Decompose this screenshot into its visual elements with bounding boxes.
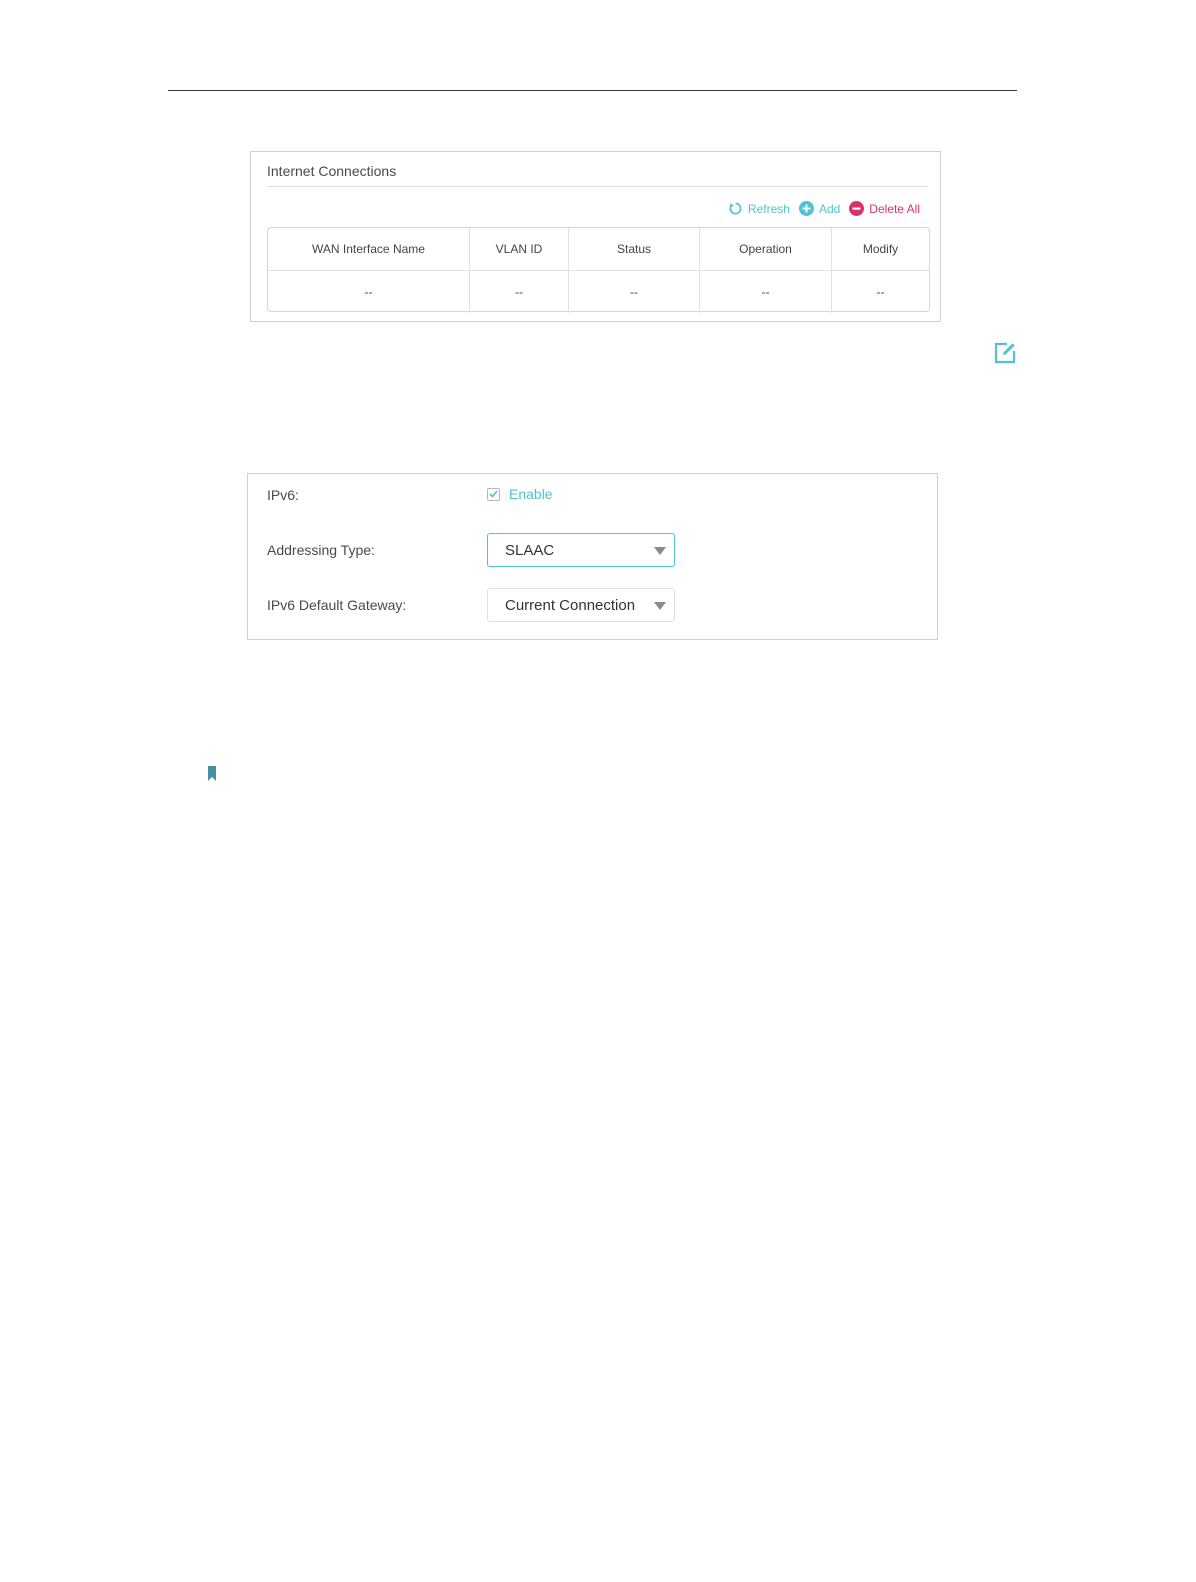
- enable-label: Enable: [509, 486, 553, 502]
- title-divider: [267, 186, 928, 187]
- edit-note-icon: [994, 342, 1016, 364]
- add-label: Add: [818, 201, 841, 216]
- delete-all-label: Delete All: [869, 201, 920, 216]
- addressing-type-value: SLAAC: [505, 541, 555, 559]
- ipv6-settings-panel: IPv6: Enable Addressing Type: SLAAC IPv6…: [247, 473, 938, 640]
- default-gateway-value: Current Connection: [505, 596, 636, 614]
- column-header-vlan-id: VLAN ID: [469, 228, 568, 270]
- panel-title: Internet Connections: [267, 163, 397, 179]
- column-header-operation: Operation: [699, 228, 831, 270]
- column-header-status: Status: [568, 228, 699, 270]
- default-gateway-label: IPv6 Default Gateway:: [267, 597, 407, 613]
- connections-table: WAN Interface Name VLAN ID Status Operat…: [267, 227, 930, 313]
- refresh-icon: [729, 202, 742, 215]
- table-toolbar: Refresh Add Delete All: [719, 201, 920, 216]
- minus-circle-icon: [849, 201, 865, 216]
- table-header-row: WAN Interface Name VLAN ID Status Operat…: [268, 228, 929, 270]
- chevron-down-icon: [654, 602, 666, 610]
- chevron-down-icon: [654, 547, 666, 555]
- addressing-type-label: Addressing Type:: [267, 542, 375, 558]
- plus-circle-icon: [798, 201, 814, 216]
- cell-modify: --: [831, 271, 929, 313]
- ipv6-enable-checkbox[interactable]: Enable: [487, 486, 553, 502]
- default-gateway-select[interactable]: Current Connection: [487, 588, 675, 622]
- bookmark-icon: [208, 766, 216, 781]
- delete-all-button[interactable]: Delete All: [849, 201, 920, 216]
- column-header-wan-interface-name: WAN Interface Name: [312, 242, 425, 256]
- cell-wan-interface-name: --: [364, 285, 373, 299]
- internet-connections-panel: Internet Connections Refresh Add Delete …: [250, 151, 941, 322]
- addressing-type-select[interactable]: SLAAC: [487, 533, 675, 567]
- ipv6-label: IPv6:: [267, 487, 299, 503]
- check-icon: [489, 490, 498, 498]
- add-button[interactable]: Add: [798, 201, 841, 216]
- cell-vlan-id: --: [469, 271, 568, 313]
- header-divider: [168, 90, 1017, 91]
- column-header-modify: Modify: [831, 228, 929, 270]
- cell-operation: --: [699, 271, 831, 313]
- checkbox-box[interactable]: [487, 487, 500, 501]
- refresh-button[interactable]: Refresh: [728, 201, 790, 216]
- cell-status: --: [568, 271, 699, 313]
- table-row: -- -- -- -- --: [268, 270, 929, 313]
- refresh-label: Refresh: [747, 201, 790, 216]
